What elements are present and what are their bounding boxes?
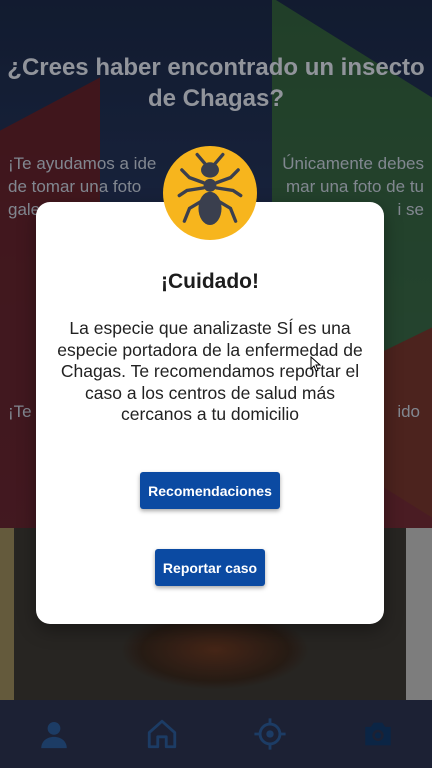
dialog-title: ¡Cuidado! [161, 270, 259, 293]
ant-badge [163, 146, 257, 240]
report-case-button[interactable]: Reportar caso [155, 549, 265, 586]
mouse-cursor-icon [310, 356, 322, 372]
recommendations-button[interactable]: Recomendaciones [140, 472, 280, 509]
warning-dialog: ¡Cuidado! La especie que analizaste SÍ e… [36, 202, 384, 624]
ant-icon [177, 152, 243, 226]
